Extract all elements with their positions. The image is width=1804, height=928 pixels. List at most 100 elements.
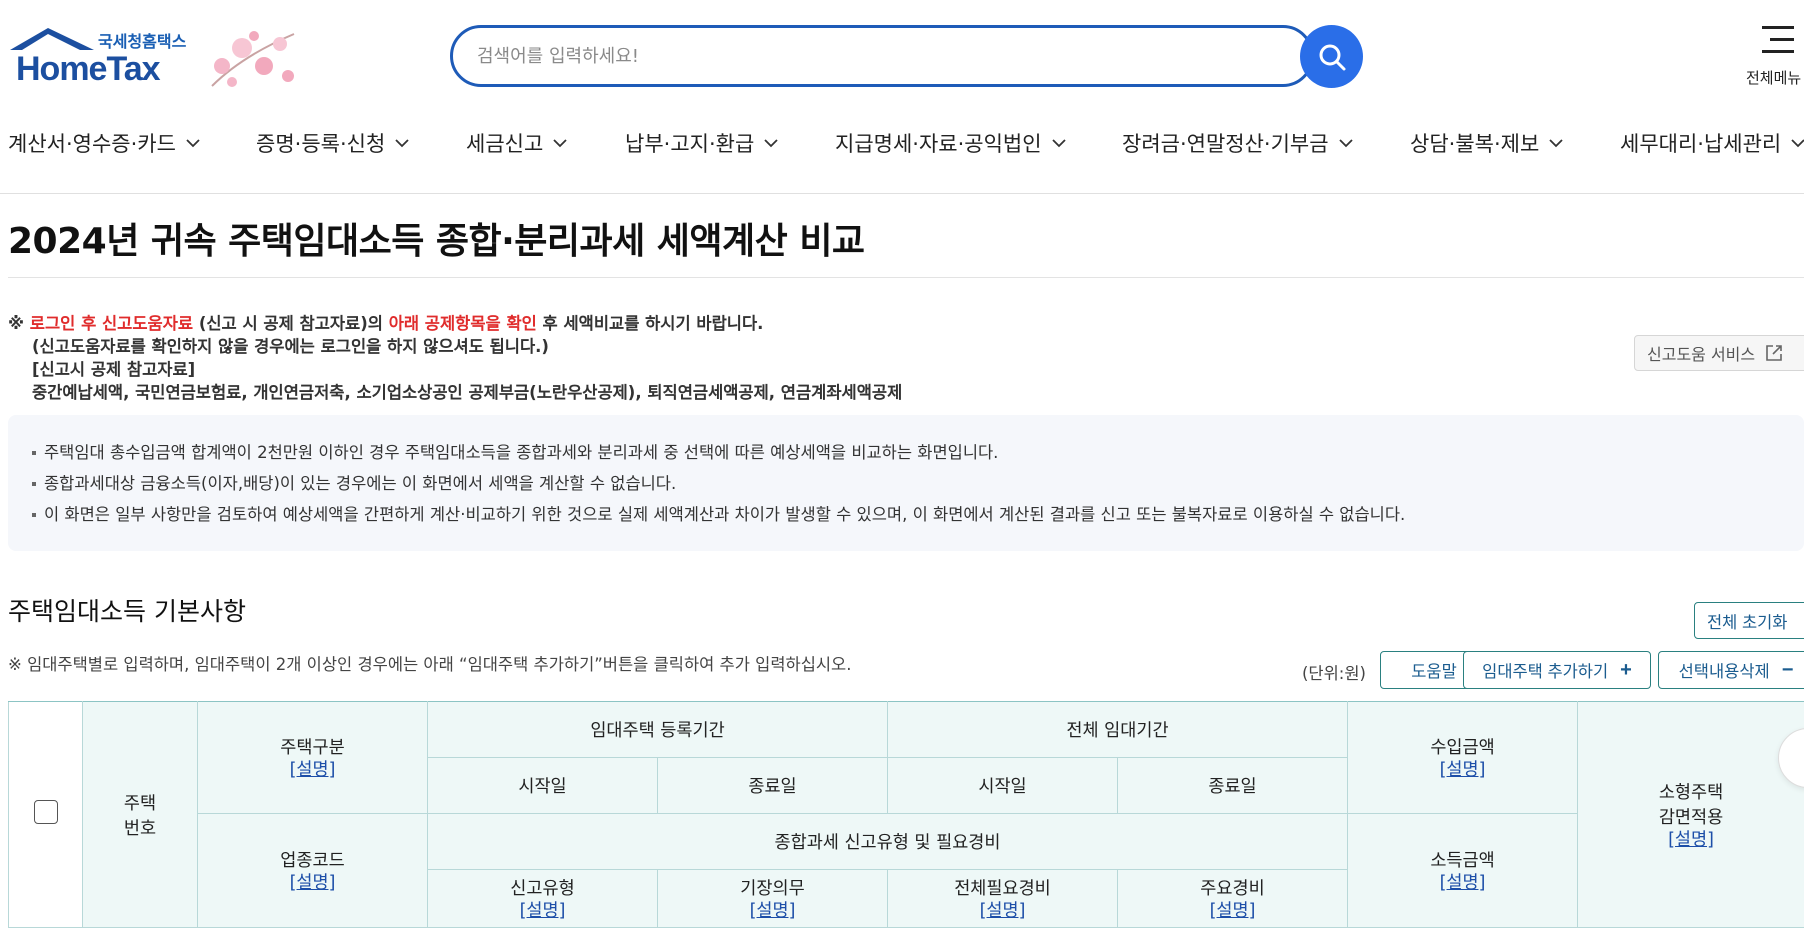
nav-label: 세무대리·납세관리 xyxy=(1620,132,1782,156)
unit-label: (단위:원) xyxy=(1302,664,1366,683)
main-expense-header: 주요경비 [설명] xyxy=(1116,869,1349,928)
chevron-down-icon xyxy=(1338,138,1353,147)
chevron-down-icon xyxy=(1549,138,1563,147)
hamburger-icon xyxy=(1762,26,1794,62)
nav-item-tax-filing[interactable]: 세금신고 xyxy=(466,128,567,158)
industry-code-explain-link[interactable]: [설명] xyxy=(198,872,427,894)
full-menu-button[interactable]: 전체메뉴 xyxy=(1740,20,1804,90)
filing-type-explain-link[interactable]: [설명] xyxy=(428,900,657,922)
info-item: 주택임대 총수입금액 합계액이 2천만원 이하인 경우 주택임대소득을 종합과세… xyxy=(30,437,1804,468)
house-no-header: 주택 번호 xyxy=(82,701,198,928)
filing-type-group-header: 종합과세 신고유형 및 필요경비 xyxy=(426,813,1349,870)
bookkeeping-label: 기장의무 xyxy=(740,879,805,899)
nav-label: 장려금·연말정산·기부금 xyxy=(1122,132,1329,156)
notice-line-4: 중간예납세액, 국민연금보험료, 개인연금저축, 소기업소상공인 공제부금(노란… xyxy=(32,383,903,402)
total-expense-header: 전체필요경비 [설명] xyxy=(887,869,1118,928)
house-type-label: 주택구분 xyxy=(280,738,345,758)
nav-label: 계산서·영수증·카드 xyxy=(8,132,176,156)
cherry-blossom-icon xyxy=(211,31,295,87)
nav-item-payment[interactable]: 납부·고지·환급 xyxy=(625,128,778,158)
main-expense-explain-link[interactable]: [설명] xyxy=(1118,900,1347,922)
rental-income-table: 주택 번호 주택구분 [설명] 임대주택 등록기간 전체 임대기간 수입금액 [설명… xyxy=(8,701,1804,928)
chevron-down-icon xyxy=(395,138,409,147)
reg-period-header: 임대주택 등록기간 xyxy=(427,701,888,758)
chevron-down-icon xyxy=(186,138,200,147)
house-type-explain-link[interactable]: [설명] xyxy=(198,759,427,781)
external-link-icon xyxy=(1766,345,1782,361)
nav-label: 상담·불복·제보 xyxy=(1410,132,1540,156)
notice-line-1: ※ 로그인 후 신고도움자료 (신고 시 공제 참고자료)의 아래 공제항목을 … xyxy=(8,312,902,335)
nav-label: 납부·고지·환급 xyxy=(625,132,755,156)
nav-item-statement[interactable]: 지급명세·자료·공익법인 xyxy=(835,128,1066,158)
nav-item-consult[interactable]: 상담·불복·제보 xyxy=(1410,128,1563,158)
nav-label: 증명·등록·신청 xyxy=(256,132,386,156)
total-expense-explain-link[interactable]: [설명] xyxy=(888,900,1117,922)
earned-amount-header: 소득금액 [설명] xyxy=(1347,813,1579,928)
main-expense-label: 주요경비 xyxy=(1200,879,1265,899)
notice-line-2: (신고도움자료를 확인하지 않을 경우에는 로그인을 하지 않으셔도 됩니다.) xyxy=(32,337,549,356)
add-house-label: 임대주택 추가하기 xyxy=(1482,663,1609,681)
earned-amount-label: 소득금액 xyxy=(1430,851,1495,871)
help-button-label: 도움말 xyxy=(1411,663,1457,681)
delete-selected-button[interactable]: 선택내용삭제 − xyxy=(1658,651,1804,689)
search-input[interactable] xyxy=(477,42,1237,70)
hometax-logo[interactable]: 국세청홈택스 HomeTax xyxy=(6,22,306,92)
small-house-label: 소형주택 감면적용 xyxy=(1658,782,1724,828)
income-amount-label: 수입금액 xyxy=(1430,738,1495,758)
select-cell xyxy=(8,701,83,928)
help-service-label: 신고도움 서비스 xyxy=(1647,345,1756,364)
section-note: ※ 임대주택별로 입력하며, 임대주택이 2개 이상인 경우에는 아래 “임대주… xyxy=(8,655,852,674)
nav-item-agent[interactable]: 세무대리·납세관리 xyxy=(1620,128,1804,158)
select-all-checkbox[interactable] xyxy=(33,800,58,824)
house-no-label: 주택 번호 xyxy=(123,793,157,839)
earned-amount-explain-link[interactable]: [설명] xyxy=(1348,872,1577,894)
total-expense-label: 전체필요경비 xyxy=(954,879,1051,899)
page-title: 2024년 귀속 주택임대소득 종합·분리과세 세액계산 비교 xyxy=(8,221,865,262)
income-amount-header: 수입금액 [설명] xyxy=(1347,701,1579,814)
section-title: 주택임대소득 기본사항 xyxy=(8,597,246,626)
notice-highlight-1: 로그인 후 신고도움자료 xyxy=(29,314,194,333)
total-period-header: 전체 임대기간 xyxy=(886,701,1349,758)
logo-text: HomeTax xyxy=(16,50,161,88)
reg-end-header: 종료일 xyxy=(657,757,888,814)
total-end-header: 종료일 xyxy=(1116,757,1349,814)
search-icon xyxy=(1319,44,1345,70)
filing-type-label: 신고유형 xyxy=(510,879,575,899)
chevron-down-icon xyxy=(1051,138,1066,147)
notice-highlight-2: 아래 공제항목을 확인 xyxy=(388,314,537,333)
nav-label: 세금신고 xyxy=(466,132,544,156)
site-header: 국세청홈택스 HomeTax 전체메뉴 xyxy=(0,0,1804,110)
income-amount-explain-link[interactable]: [설명] xyxy=(1348,759,1577,781)
nav-item-certificate[interactable]: 증명·등록·신청 xyxy=(256,128,409,158)
info-box: 주택임대 총수입금액 합계액이 2천만원 이하인 경우 주택임대소득을 종합과세… xyxy=(8,415,1804,551)
bookkeeping-header: 기장의무 [설명] xyxy=(657,869,888,928)
reset-all-button[interactable]: 전체 초기화 xyxy=(1694,602,1804,639)
small-house-explain-link[interactable]: [설명] xyxy=(1578,829,1804,851)
chevron-down-icon xyxy=(553,138,567,147)
notice-line-3: [신고시 공제 참고자료] xyxy=(32,360,196,379)
filing-type-header: 신고유형 [설명] xyxy=(427,869,658,928)
info-item: 종합과세대상 금융소득(이자,배당)이 있는 경우에는 이 화면에서 세액을 계… xyxy=(30,468,1804,499)
notice-block: ※ 로그인 후 신고도움자료 (신고 시 공제 참고자료)의 아래 공제항목을 … xyxy=(8,312,902,404)
notice-text-1: (신고 시 공제 참고자료)의 xyxy=(193,314,389,333)
industry-code-header: 업종코드 [설명] xyxy=(197,813,428,928)
reg-start-header: 시작일 xyxy=(427,757,658,814)
chevron-down-icon xyxy=(764,138,778,147)
nav-item-invoice[interactable]: 계산서·영수증·카드 xyxy=(8,128,200,158)
total-start-header: 시작일 xyxy=(887,757,1118,814)
full-menu-label: 전체메뉴 xyxy=(1746,69,1802,87)
house-type-header: 주택구분 [설명] xyxy=(197,701,428,814)
logo-subtitle: 국세청홈택스 xyxy=(98,32,187,51)
delete-selected-label: 선택내용삭제 xyxy=(1678,663,1770,681)
small-house-header: 소형주택 감면적용 [설명] xyxy=(1577,701,1804,928)
nav-item-incentive[interactable]: 장려금·연말정산·기부금 xyxy=(1122,128,1353,158)
notice-text-2: 후 세액비교를 하시기 바랍니다. xyxy=(536,314,764,333)
add-house-button[interactable]: 임대주택 추가하기 + xyxy=(1463,651,1651,689)
industry-code-label: 업종코드 xyxy=(280,851,345,871)
plus-icon: + xyxy=(1620,658,1632,681)
info-item: 이 화면은 일부 사항만을 검토하여 예상세액을 간편하게 계산·비교하기 위한… xyxy=(30,499,1804,530)
bookkeeping-explain-link[interactable]: [설명] xyxy=(658,900,887,922)
search-button[interactable] xyxy=(1300,25,1363,88)
help-service-button[interactable]: 신고도움 서비스 xyxy=(1634,335,1804,371)
notice-mark: ※ xyxy=(8,314,25,333)
